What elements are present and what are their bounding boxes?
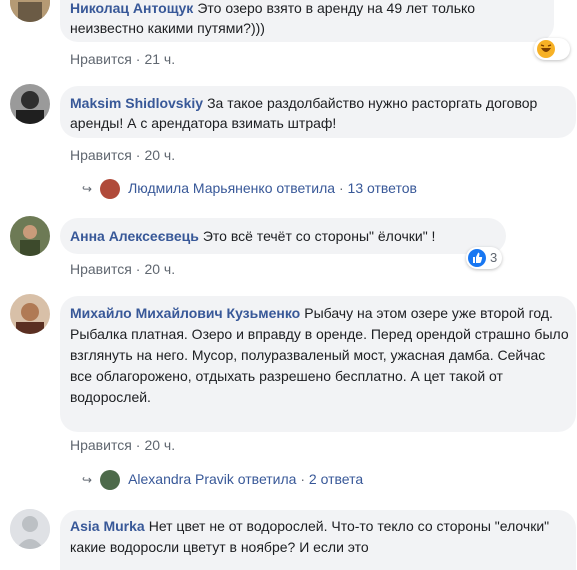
comment-meta: Нравится · 20 ч. [70,436,175,454]
reply-count[interactable]: 13 ответов [348,180,417,196]
replies-link[interactable]: ↪ Людмила Марьяненко ответила · 13 ответо… [82,178,417,200]
avatar[interactable] [10,84,50,124]
comment-author[interactable]: Михайло Михайлович Кузьменко [70,305,300,321]
like-link[interactable]: Нравится [70,51,132,67]
reply-avatar [100,470,121,491]
reply-avatar [100,179,121,200]
comment-time[interactable]: 20 ч. [144,147,175,163]
reply-action: ответила [276,180,336,196]
reply-author[interactable]: Alexandra Pravik [128,471,234,487]
separator: · [135,147,141,163]
comment-text: Это всё течёт со стороны" ёлочки" ! [202,228,436,244]
reply-arrow-icon: ↪ [82,182,93,197]
reply-action: ответила [237,471,297,487]
like-icon [468,249,486,267]
reaction-count: 3 [490,250,498,265]
comment-bubble: Maksim Shidlovskiy За такое раздолбайство… [60,86,576,138]
comment-meta: Нравится · 21 ч. [70,50,175,68]
comment-author[interactable]: Asia Murka [70,518,145,534]
comment-time[interactable]: 20 ч. [144,437,175,453]
separator: · [300,471,306,487]
comment-bubble: Михайло Михайлович Кузьменко Рыбачу на эт… [60,296,576,432]
reply-count[interactable]: 2 ответа [309,471,363,487]
reaction-badge[interactable]: 3 [466,247,502,269]
separator: · [338,180,344,196]
reply-arrow-icon: ↪ [82,473,93,488]
reaction-badge[interactable] [534,38,570,60]
reply-author[interactable]: Людмила Марьяненко [128,180,272,196]
comment-author[interactable]: Николац Антощук [70,0,193,16]
comment-meta: Нравится · 20 ч. [70,260,175,278]
haha-icon [537,40,555,58]
comment-time[interactable]: 21 ч. [144,51,175,67]
comment-meta: Нравится · 20 ч. [70,146,175,164]
avatar[interactable] [10,0,50,22]
comment-bubble: Николац Антощук Это озеро взято в аренду … [60,0,554,42]
comment-author[interactable]: Maksim Shidlovskiy [70,95,203,111]
replies-link[interactable]: ↪ Alexandra Pravik ответила · 2 ответа [82,469,363,491]
comment-bubble: Анна Алексеєвець Это всё течёт со стороны… [60,218,506,254]
comment-bubble: Asia Murka Нет цвет не от водорослей. Что… [60,510,576,570]
separator: · [135,51,141,67]
comment-author[interactable]: Анна Алексеєвець [70,228,199,244]
comment-time[interactable]: 20 ч. [144,261,175,277]
avatar[interactable] [10,216,50,256]
like-link[interactable]: Нравится [70,437,132,453]
separator: · [135,437,141,453]
avatar[interactable] [10,509,50,549]
separator: · [135,261,141,277]
like-link[interactable]: Нравится [70,147,132,163]
like-link[interactable]: Нравится [70,261,132,277]
avatar[interactable] [10,294,50,334]
